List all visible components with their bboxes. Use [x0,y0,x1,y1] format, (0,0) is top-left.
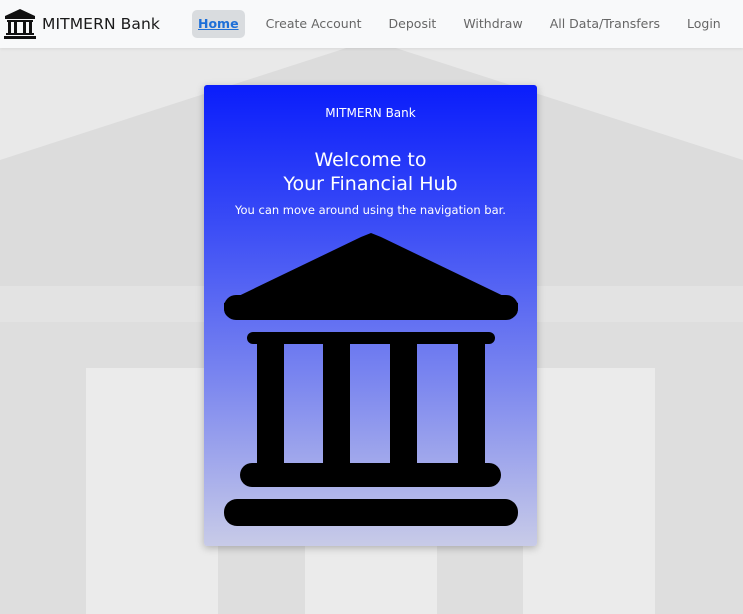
card-title-line2: Your Financial Hub [283,173,458,195]
bank-icon [224,233,518,526]
nav-login[interactable]: Login [681,10,727,38]
nav-all-data-transfers[interactable]: All Data/Transfers [544,10,666,38]
nav-deposit[interactable]: Deposit [383,10,443,38]
card-title-line1: Welcome to [314,149,427,171]
card-title: Welcome to Your Financial Hub [204,148,537,196]
card-text: You can move around using the navigation… [235,203,506,217]
brand-title: MITMERN Bank [42,14,161,33]
nav-home[interactable]: Home [192,10,245,38]
nav-withdraw[interactable]: Withdraw [457,10,528,38]
card-header: MITMERN Bank [325,106,416,120]
navbar: MITMERN Bank Home Create Account Deposit… [0,0,743,48]
brand-link[interactable]: MITMERN Bank [4,8,160,39]
bank-icon [4,9,36,39]
nav-links: Home Create Account Deposit Withdraw All… [192,10,727,38]
welcome-card: MITMERN Bank Welcome to Your Financial H… [204,85,537,546]
nav-create-account[interactable]: Create Account [260,10,368,38]
